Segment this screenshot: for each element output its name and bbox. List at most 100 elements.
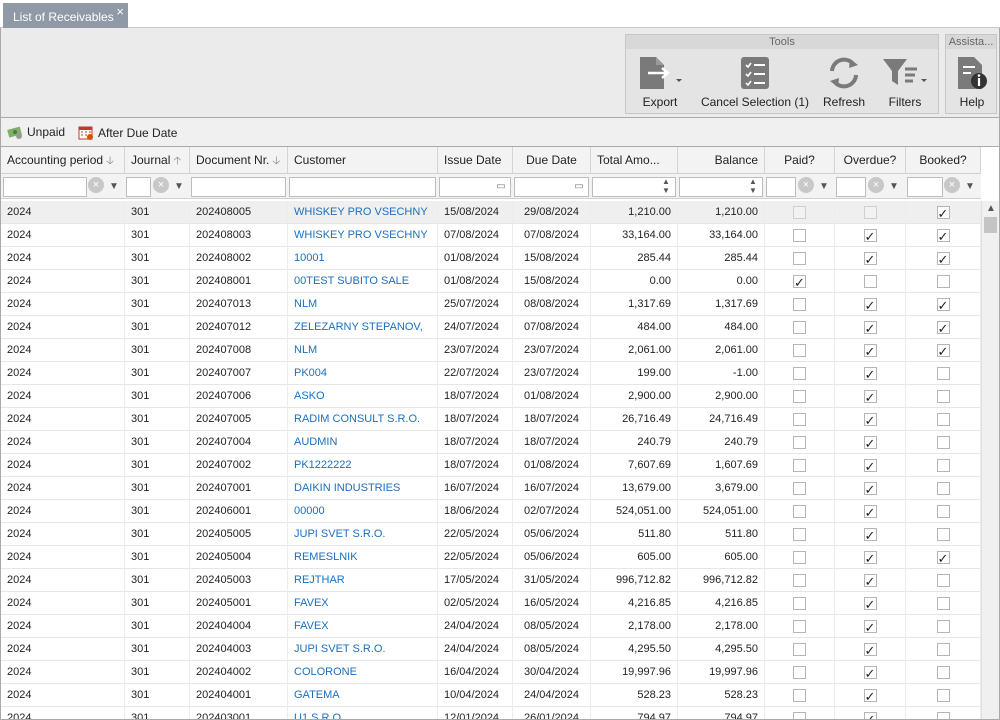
paid-checkbox[interactable]	[793, 458, 806, 472]
overdue-checkbox[interactable]	[863, 205, 877, 219]
clear-filter-icon[interactable]: ×	[944, 177, 960, 193]
overdue-checkbox[interactable]	[863, 617, 877, 638]
cell-customer[interactable]: FAVEX	[288, 592, 438, 615]
table-row[interactable]: 2024 301 202407006 ASKO 18/07/2024 01/08/2024…	[1, 385, 981, 408]
cell-customer[interactable]: FAVEX	[288, 615, 438, 638]
cell-customer[interactable]: REJTHAR	[288, 569, 438, 592]
tab-list-of-receivables[interactable]: List of Receivables ×	[3, 3, 128, 28]
cell-customer[interactable]: 10001	[288, 247, 438, 270]
table-row[interactable]: 2024 301 202405004 REMESLNIK 22/05/2024 05/06…	[1, 546, 981, 569]
paid-filter-input[interactable]	[766, 177, 796, 197]
calendar-picker-icon[interactable]: ▭	[570, 177, 588, 197]
booked-checkbox[interactable]	[936, 596, 950, 610]
overdue-checkbox[interactable]	[863, 686, 877, 707]
table-row[interactable]: 2024 301 202404002 COLORONE 16/04/2024 30/04/…	[1, 661, 981, 684]
paid-checkbox[interactable]	[793, 435, 806, 449]
column-booked[interactable]: Booked?	[906, 147, 981, 174]
table-row[interactable]: 2024 301 202404003 JUPI SVET S.R.O. 24/04/20…	[1, 638, 981, 661]
paid-checkbox[interactable]	[793, 619, 806, 633]
table-row[interactable]: 2024 301 202407012 ZELEZARNY STEPANOV, 24/07…	[1, 316, 981, 339]
column-overdue[interactable]: Overdue?	[835, 147, 906, 174]
overdue-checkbox[interactable]	[863, 341, 877, 362]
table-row[interactable]: 2024 301 202407008 NLM 23/07/2024 23/07/2024 2…	[1, 339, 981, 362]
overdue-checkbox[interactable]	[863, 226, 877, 247]
table-row[interactable]: 2024 301 202407007 PK004 22/07/2024 23/07/202…	[1, 362, 981, 385]
cell-customer[interactable]: WHISKEY PRO VSECHNY	[288, 224, 438, 247]
cancel-selection-button[interactable]: Cancel Selection (1)	[700, 55, 810, 109]
table-row[interactable]: 2024 301 202407013 NLM 25/07/2024 08/08/2024 1…	[1, 293, 981, 316]
cell-customer[interactable]: COLORONE	[288, 661, 438, 684]
period-filter-input[interactable]	[3, 177, 87, 197]
booked-checkbox[interactable]	[936, 548, 950, 569]
cell-customer[interactable]: DAIKIN INDUSTRIES	[288, 477, 438, 500]
booked-filter-input[interactable]	[907, 177, 943, 197]
booked-checkbox[interactable]	[936, 366, 950, 380]
booked-checkbox[interactable]	[936, 318, 950, 339]
paid-checkbox[interactable]	[793, 412, 806, 426]
paid-checkbox[interactable]	[793, 596, 806, 610]
overdue-checkbox[interactable]	[863, 548, 877, 569]
paid-checkbox[interactable]	[793, 504, 806, 518]
clear-filter-icon[interactable]: ×	[88, 177, 104, 193]
booked-checkbox[interactable]	[936, 249, 950, 270]
booked-checkbox[interactable]	[936, 203, 950, 224]
close-tab-icon[interactable]: ×	[116, 4, 124, 19]
column-customer[interactable]: Customer	[288, 147, 438, 174]
chevron-down-icon[interactable]: ▼	[105, 177, 123, 197]
cell-customer[interactable]: JUPI SVET S.R.O.	[288, 523, 438, 546]
paid-checkbox[interactable]	[793, 251, 806, 265]
overdue-checkbox[interactable]	[863, 640, 877, 661]
clear-filter-icon[interactable]: ×	[868, 177, 884, 193]
table-row[interactable]: 2024 301 202408005 WHISKEY PRO VSECHNY 15/08…	[1, 201, 981, 224]
chevron-down-icon[interactable]: ▼	[961, 177, 979, 197]
booked-checkbox[interactable]	[936, 642, 950, 656]
paid-checkbox[interactable]	[793, 366, 806, 380]
paid-checkbox[interactable]	[793, 711, 806, 719]
table-row[interactable]: 2024 301 202408002 10001 01/08/2024 15/08/202…	[1, 247, 981, 270]
paid-checkbox[interactable]	[793, 550, 806, 564]
booked-checkbox[interactable]	[936, 527, 950, 541]
booked-checkbox[interactable]	[936, 274, 950, 288]
table-row[interactable]: 2024 301 202403001 U1 S.R.O. 12/01/2024 26/01…	[1, 707, 981, 719]
scroll-thumb[interactable]	[984, 217, 997, 233]
overdue-checkbox[interactable]	[863, 410, 877, 431]
paid-checkbox[interactable]	[793, 343, 806, 357]
column-journal[interactable]: Journal 🡡	[125, 147, 190, 174]
table-row[interactable]: 2024 301 202408001 00TEST SUBITO SALE 01/08/…	[1, 270, 981, 293]
paid-checkbox[interactable]	[793, 481, 806, 495]
paid-checkbox[interactable]	[793, 272, 806, 293]
table-row[interactable]: 2024 301 202404001 GATEMA 10/04/2024 24/04/20…	[1, 684, 981, 707]
cell-customer[interactable]: GATEMA	[288, 684, 438, 707]
paid-checkbox[interactable]	[793, 297, 806, 311]
paid-checkbox[interactable]	[793, 665, 806, 679]
after-due-date-filter-button[interactable]: After Due Date	[78, 125, 177, 140]
calendar-picker-icon[interactable]: ▭	[492, 177, 510, 197]
document-filter-input[interactable]	[191, 177, 286, 197]
refresh-button[interactable]: Refresh	[820, 55, 868, 109]
overdue-checkbox[interactable]	[863, 364, 877, 385]
column-total-amount[interactable]: Total Amo...	[591, 147, 678, 174]
overdue-checkbox[interactable]	[863, 249, 877, 270]
vertical-scrollbar[interactable]: ▲	[981, 201, 999, 719]
paid-checkbox[interactable]	[793, 642, 806, 656]
booked-checkbox[interactable]	[936, 295, 950, 316]
filters-button[interactable]: Filters	[876, 55, 934, 109]
table-row[interactable]: 2024 301 202405003 REJTHAR 17/05/2024 31/05/2…	[1, 569, 981, 592]
cell-customer[interactable]: 00000	[288, 500, 438, 523]
cell-customer[interactable]: WHISKEY PRO VSECHNY	[288, 201, 438, 224]
overdue-checkbox[interactable]	[863, 502, 877, 523]
overdue-checkbox[interactable]	[863, 318, 877, 339]
column-paid[interactable]: Paid?	[765, 147, 835, 174]
booked-checkbox[interactable]	[936, 665, 950, 679]
cell-customer[interactable]: PK1222222	[288, 454, 438, 477]
cell-customer[interactable]: REMESLNIK	[288, 546, 438, 569]
clear-filter-icon[interactable]: ×	[153, 177, 169, 193]
booked-checkbox[interactable]	[936, 504, 950, 518]
table-row[interactable]: 2024 301 202405001 FAVEX 02/05/2024 16/05/202…	[1, 592, 981, 615]
overdue-checkbox[interactable]	[863, 456, 877, 477]
column-document-nr[interactable]: Document Nr. 🡣	[190, 147, 288, 174]
spinner-icon[interactable]: ▲ ▼	[744, 177, 762, 197]
spinner-icon[interactable]: ▲ ▼	[657, 177, 675, 197]
overdue-checkbox[interactable]	[863, 295, 877, 316]
booked-checkbox[interactable]	[936, 341, 950, 362]
